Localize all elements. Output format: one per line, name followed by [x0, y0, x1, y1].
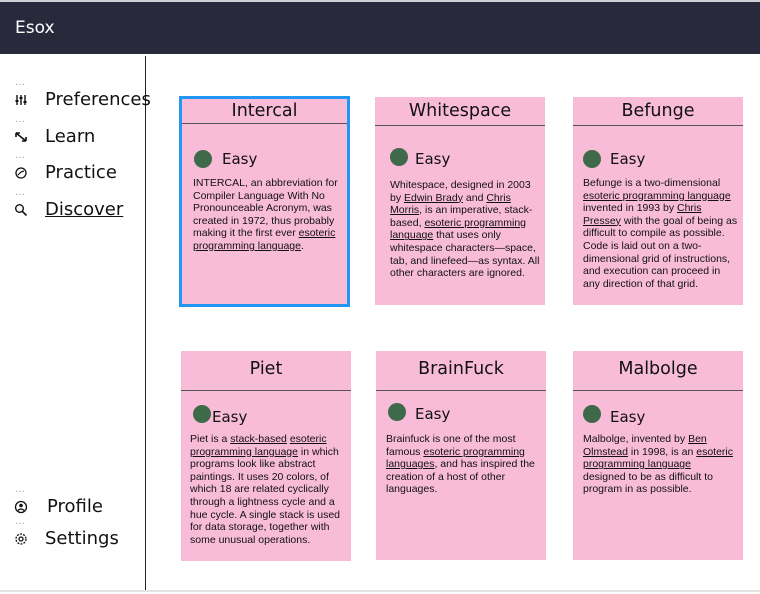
- description-text: Piet is a: [190, 433, 231, 445]
- card-description: Malbolge, invented by Ben Olmstead in 19…: [583, 433, 735, 496]
- sidebar-item-label: Discover: [45, 199, 124, 220]
- description-text: and: [462, 191, 487, 204]
- description-text: Befunge is a two-dimensional: [583, 177, 721, 189]
- description-text: invented in 1993 by: [583, 202, 677, 215]
- card-description: Whitespace, designed in 2003 by Edwin Br…: [390, 179, 540, 280]
- language-card-befunge[interactable]: Befunge Easy Befunge is a two-dimensiona…: [573, 97, 743, 305]
- difficulty-dot-icon: [583, 150, 601, 168]
- description-link[interactable]: Edwin Brady: [404, 192, 463, 204]
- arrows-icon: [15, 132, 27, 142]
- card-title: Piet: [181, 351, 351, 391]
- difficulty-dot-icon: [583, 405, 601, 423]
- sidebar-item-label: Profile: [47, 496, 103, 517]
- language-card-brainfuck[interactable]: BrainFuck Easy Brainfuck is one of the m…: [376, 351, 546, 560]
- difficulty-label: Easy: [415, 150, 451, 168]
- card-title: Malbolge: [573, 351, 743, 391]
- search-icon: [15, 204, 28, 217]
- description-text: in which programs look like abstract pai…: [190, 445, 340, 546]
- sidebar-item-practice[interactable]: ··· Practice: [0, 153, 145, 192]
- difficulty-label: Easy: [212, 408, 248, 426]
- difficulty-label: Easy: [610, 408, 646, 426]
- description-link[interactable]: stack-based: [230, 433, 287, 445]
- gear-icon: [15, 533, 27, 545]
- description-text: designed to be as difficult to program i…: [583, 470, 713, 496]
- sidebar-item-settings[interactable]: ··· Settings: [0, 519, 145, 558]
- card-description: Piet is a stack-based esoteric programmi…: [190, 433, 345, 546]
- language-card-piet[interactable]: Piet Easy Piet is a stack-based esoteric…: [181, 351, 351, 561]
- difficulty-dot-icon: [390, 148, 408, 166]
- card-description: INTERCAL, an abbreviation for Compiler L…: [193, 177, 341, 253]
- card-title: Intercal: [182, 99, 347, 124]
- card-description: Befunge is a two-dimensional esoteric pr…: [583, 177, 739, 290]
- language-card-malbolge[interactable]: Malbolge Easy Malbolge, invented by Ben …: [573, 351, 743, 560]
- top-bar: Esox: [0, 0, 760, 54]
- description-link[interactable]: esoteric programming language: [583, 190, 731, 202]
- difficulty-label: Easy: [610, 150, 646, 168]
- difficulty-dot-icon: [194, 150, 212, 168]
- language-card-intercal[interactable]: Intercal Easy INTERCAL, an abbreviation …: [179, 96, 350, 307]
- difficulty-label: Easy: [415, 405, 451, 423]
- target-icon: [15, 167, 27, 179]
- difficulty-dot-icon: [193, 405, 211, 423]
- user-circle-icon: [14, 500, 28, 514]
- sliders-icon: [15, 95, 27, 105]
- sidebar-item-label: Preferences: [45, 89, 151, 110]
- card-title: BrainFuck: [376, 351, 546, 391]
- difficulty-label: Easy: [222, 150, 258, 168]
- language-card-whitespace[interactable]: Whitespace Easy Whitespace, designed in …: [375, 97, 545, 305]
- description-text: .: [300, 239, 304, 252]
- card-title: Whitespace: [375, 97, 545, 126]
- description-text: in 1998, is an: [627, 445, 697, 458]
- difficulty-dot-icon: [388, 403, 406, 421]
- bottom-divider: [0, 590, 760, 592]
- sidebar-item-label: Learn: [45, 126, 96, 147]
- card-description: Brainfuck is one of the most famous esot…: [386, 433, 541, 496]
- sidebar-item-discover[interactable]: ··· Discover: [0, 190, 145, 229]
- description-text: Malbolge, invented by: [583, 433, 689, 445]
- sidebar-item-label: Practice: [45, 162, 117, 183]
- sidebar-item-preferences[interactable]: ··· Preferences: [0, 80, 151, 119]
- sidebar-item-label: Settings: [45, 528, 119, 549]
- app-title: Esox: [15, 18, 55, 38]
- card-title: Befunge: [573, 97, 743, 126]
- sidebar-divider: [145, 56, 146, 592]
